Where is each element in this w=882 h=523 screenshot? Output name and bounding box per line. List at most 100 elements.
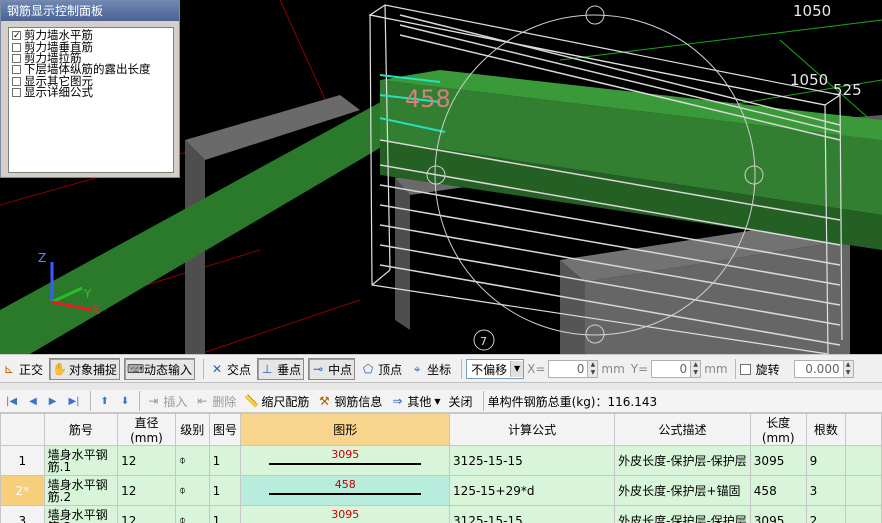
count-cell[interactable]: 2 xyxy=(805,505,847,523)
description-cell[interactable]: 外皮长度-保护层-保护层 xyxy=(614,505,751,523)
extra-cell[interactable] xyxy=(845,475,882,506)
column-header[interactable]: 公式描述 xyxy=(614,413,751,446)
rebar-table: 筋号 直径(mm) 级别 图号 图形 计算公式 公式描述 长度(mm) 根数 1… xyxy=(0,413,882,523)
grade-cell[interactable]: ⌽ xyxy=(174,505,210,523)
panel-title: 钢筋显示控制面板 xyxy=(1,1,179,21)
divider xyxy=(203,359,205,379)
delete-button[interactable]: ⇤ 删除 xyxy=(193,391,238,411)
y-coordinate-input[interactable]: 0 xyxy=(651,360,692,378)
vertex-button[interactable]: ⬠ 顶点 xyxy=(359,359,404,379)
shape-cell[interactable]: 3095 xyxy=(240,505,451,523)
column-header[interactable]: 长度(mm) xyxy=(749,413,807,446)
length-cell[interactable]: 3095 xyxy=(749,445,807,476)
shape-cell[interactable]: 458 xyxy=(240,475,451,506)
formula-cell[interactable]: 3125-15-15 xyxy=(449,505,616,523)
count-cell[interactable]: 3 xyxy=(805,475,847,506)
column-header[interactable]: 直径(mm) xyxy=(117,413,176,446)
rebar-name-cell[interactable]: 墙身水平钢筋.2 xyxy=(43,475,119,506)
extra-cell[interactable] xyxy=(845,505,882,523)
dynamic-input-button[interactable]: ⌨ 动态输入 xyxy=(124,358,196,380)
svg-text:Y: Y xyxy=(83,287,92,301)
midpoint-button[interactable]: ⊸ 中点 xyxy=(308,358,356,380)
column-header[interactable]: 筋号 xyxy=(43,413,119,446)
table-row[interactable]: 1 墙身水平钢筋.1 12 ⌽ 1 3095 3125-15-15 外皮长度-保… xyxy=(0,445,882,476)
column-header[interactable]: 图形 xyxy=(240,413,451,446)
length-cell[interactable]: 3095 xyxy=(749,505,807,523)
figure-number-cell[interactable]: 1 xyxy=(208,475,242,506)
vertex-icon: ⬠ xyxy=(362,362,374,376)
x-coordinate-input[interactable]: 0 xyxy=(548,360,589,378)
table-row[interactable]: 3 墙身水平钢筋.3 12 ⌽ 1 3095 3125-15-15 外皮长度-保… xyxy=(0,505,882,523)
coordinate-button[interactable]: ⌖ 坐标 xyxy=(408,359,453,379)
diameter-cell[interactable]: 12 xyxy=(117,505,176,523)
orthogonal-icon: ⊾ xyxy=(3,362,15,376)
checkbox[interactable] xyxy=(12,65,21,75)
scale-rebar-button[interactable]: 📏 缩尺配筋 xyxy=(242,391,311,411)
chevron-down-icon[interactable]: ▼ xyxy=(510,361,524,377)
rebar-name-cell[interactable]: 墙身水平钢筋.1 xyxy=(43,445,119,476)
figure-number-cell[interactable]: 1 xyxy=(208,445,242,476)
perpendicular-icon: ⊥ xyxy=(261,362,273,376)
figure-number-cell[interactable]: 1 xyxy=(208,505,242,523)
formula-cell[interactable]: 125-15+29*d xyxy=(449,475,616,506)
formula-cell[interactable]: 3125-15-15 xyxy=(449,445,616,476)
row-number[interactable]: 1 xyxy=(0,445,45,476)
orthogonal-button[interactable]: ⊾ 正交 xyxy=(0,359,45,379)
checkbox[interactable] xyxy=(12,76,21,86)
rebar-name-cell[interactable]: 墙身水平钢筋.3 xyxy=(43,505,119,523)
move-down-icon[interactable]: ⬇ xyxy=(121,396,129,407)
intersection-button[interactable]: ✕ 交点 xyxy=(208,359,253,379)
column-header[interactable]: 计算公式 xyxy=(449,413,616,446)
checkbox-show-detailed-formula[interactable]: 显示详细公式 xyxy=(9,86,173,98)
rotate-checkbox[interactable] xyxy=(739,363,751,375)
coordinate-icon: ⌖ xyxy=(413,362,421,376)
shape-cell[interactable]: 3095 xyxy=(240,445,451,476)
rotate-angle-input[interactable]: 0.000 xyxy=(793,360,844,378)
y-spinner[interactable]: ▲ ▼ xyxy=(691,360,702,378)
shape-line xyxy=(269,493,422,495)
insert-button[interactable]: ⇥ 插入 xyxy=(144,391,189,411)
rebar-info-button[interactable]: ⚒ 钢筋信息 xyxy=(315,391,384,411)
shape-dimension: 3095 xyxy=(331,508,360,521)
rotate-spinner[interactable]: ▲ ▼ xyxy=(843,360,854,378)
row-number[interactable]: 3 xyxy=(0,505,45,523)
diameter-cell[interactable]: 12 xyxy=(117,475,176,506)
checkbox[interactable] xyxy=(12,88,21,98)
count-cell[interactable]: 9 xyxy=(805,445,847,476)
length-cell[interactable]: 458 xyxy=(749,475,807,506)
shape-dimension: 3095 xyxy=(331,448,360,461)
perpendicular-button[interactable]: ⊥ 垂点 xyxy=(257,358,305,380)
checkbox[interactable]: ✓ xyxy=(12,31,21,41)
x-label: X= xyxy=(527,362,546,376)
next-record-icon[interactable]: ▶ xyxy=(49,396,57,407)
description-cell[interactable]: 外皮长度-保护层+锚固 xyxy=(614,475,751,506)
first-record-icon[interactable]: |◀ xyxy=(6,396,17,407)
other-menu-button[interactable]: ⇒ 其他 ▼ xyxy=(388,391,442,411)
diameter-cell[interactable]: 12 xyxy=(117,445,176,476)
description-cell[interactable]: 外皮长度-保护层-保护层 xyxy=(614,445,751,476)
previous-record-icon[interactable]: ◀ xyxy=(29,396,37,407)
wall-outline xyxy=(371,269,391,286)
y-label: Y= xyxy=(630,362,649,376)
extra-cell[interactable] xyxy=(845,445,882,476)
column-header[interactable]: 根数 xyxy=(805,413,847,446)
checkbox[interactable] xyxy=(12,42,21,52)
3d-viewport[interactable]: 458 1050 1050 525 7 Z Y X 钢筋显示控制面板 ✓ 剪力墙水… xyxy=(0,0,882,354)
table-row[interactable]: 2* 墙身水平钢筋.2 12 ⌽ 1 458 125-15+29*d 外皮长度-… xyxy=(0,475,882,506)
close-button[interactable]: 关闭 xyxy=(447,391,475,411)
x-spinner[interactable]: ▲ ▼ xyxy=(588,360,599,378)
column-header[interactable]: 图号 xyxy=(208,413,242,446)
last-record-icon[interactable]: ▶| xyxy=(68,396,79,407)
grade-cell[interactable]: ⌽ xyxy=(174,445,210,476)
column-header[interactable]: 级别 xyxy=(174,413,210,446)
offset-select[interactable]: 不偏移 ▼ xyxy=(466,359,525,379)
row-number[interactable]: 2* xyxy=(0,475,45,506)
grade-cell[interactable]: ⌽ xyxy=(174,475,210,506)
object-snap-button[interactable]: ✋ 对象捕捉 xyxy=(49,358,121,380)
rebar-info-icon: ⚒ xyxy=(318,394,330,408)
intersection-icon: ✕ xyxy=(212,362,223,376)
rebar-edit-toolbar: |◀ ◀ ▶ ▶| ⬆ ⬇ ⇥ 插入 ⇤ 删除 📏 缩尺配筋 ⚒ 钢筋信息 ⇒ 其他 ▼ 关… xyxy=(0,390,882,413)
divider xyxy=(139,391,141,411)
checkbox[interactable] xyxy=(12,53,21,63)
move-up-icon[interactable]: ⬆ xyxy=(101,396,109,407)
